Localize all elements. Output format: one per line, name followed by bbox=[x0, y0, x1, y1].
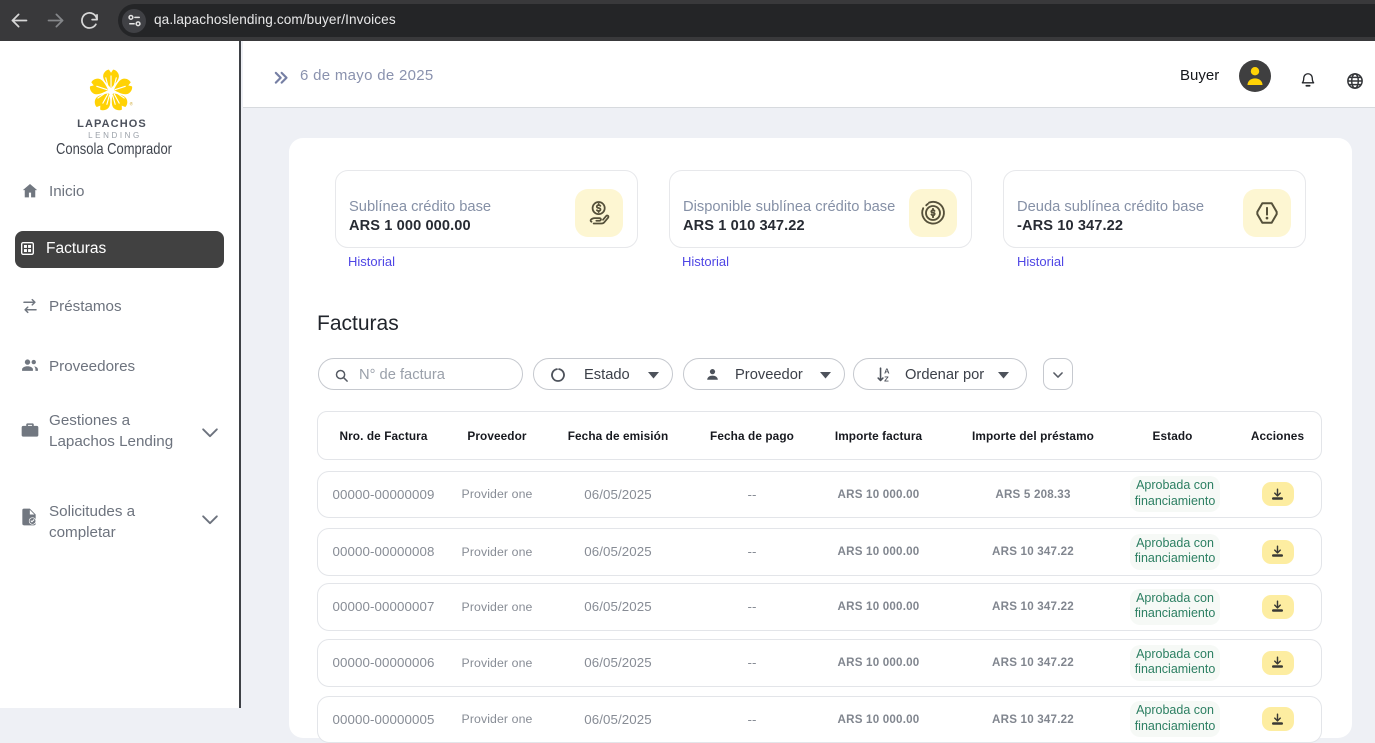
svg-text:Z: Z bbox=[884, 375, 889, 384]
svg-text:®: ® bbox=[129, 102, 133, 107]
